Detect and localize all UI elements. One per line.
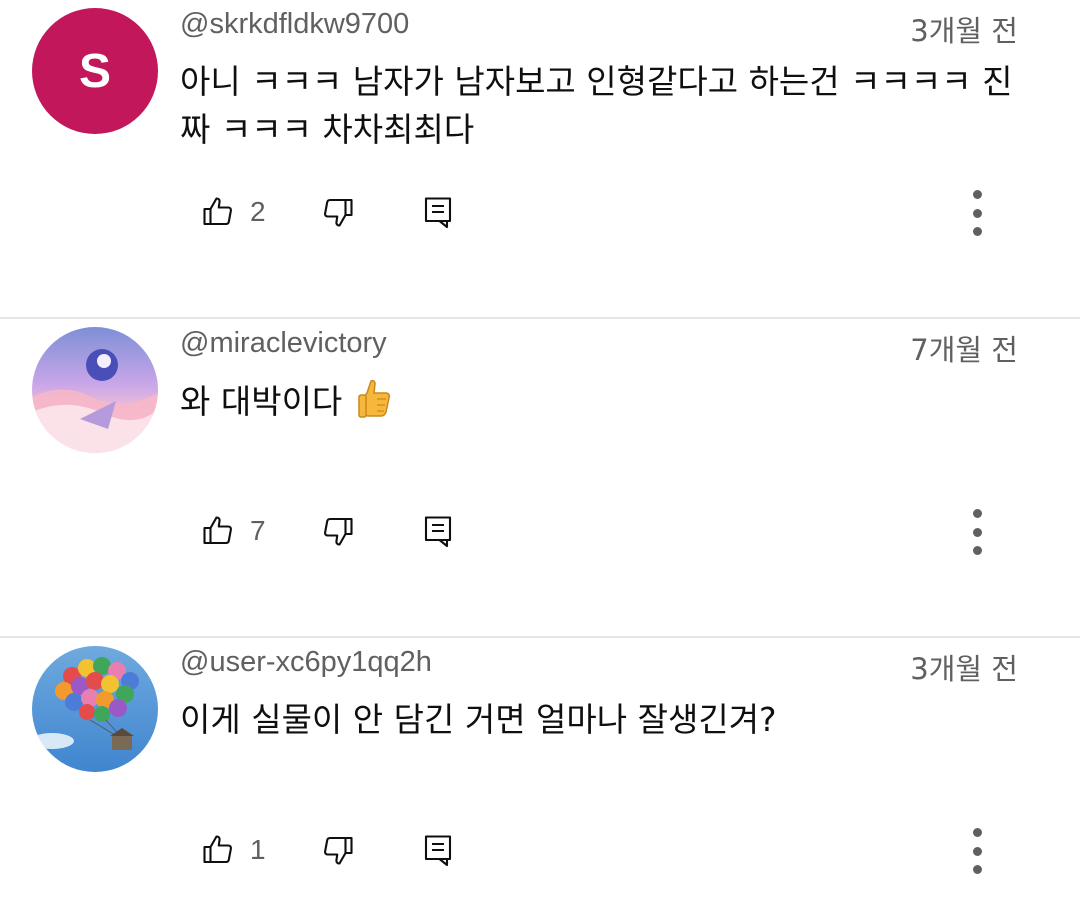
comment-icon [424,516,452,548]
comment-timestamp: 7개월 전 [910,333,1018,367]
comment-timestamp: 3개월 전 [910,652,1018,686]
comment-author-handle[interactable]: @user-xc6py1qq2h [180,646,432,679]
more-options-button[interactable] [962,509,992,555]
avatar-image [32,327,158,453]
more-vert-icon [972,190,982,199]
comment-item: @user-xc6py1qq2h 3개월 전 이게 실물이 안 담긴 거면 얼마… [0,638,1080,920]
comment-icon [424,197,452,229]
thumb-up-icon [203,835,232,864]
more-vert-icon [972,509,982,518]
comment-text-row: 와 대박이다 [180,377,1030,426]
thumbs-up-emoji [358,379,390,418]
like-count: 2 [250,196,266,227]
more-options-button[interactable] [962,828,992,874]
thumb-up-icon [203,197,232,226]
more-vert-icon [972,828,982,837]
comment-timestamp: 3개월 전 [910,14,1018,48]
like-button[interactable]: 1 [200,832,300,868]
dislike-button[interactable] [320,832,356,868]
like-button[interactable]: 7 [200,513,300,549]
more-options-button[interactable] [962,190,992,236]
thumb-down-icon [324,517,353,546]
dislike-button[interactable] [320,513,356,549]
comment-item: @miraclevictory 7개월 전 와 대박이다 7 [0,319,1080,638]
dislike-button[interactable] [320,194,356,230]
like-count: 7 [250,515,266,546]
comment-actions: 1 [200,830,456,870]
comment-text: 이게 실물이 안 담긴 거면 얼마나 잘생긴겨? [180,700,777,739]
comment-text: 와 대박이다 [180,382,343,421]
avatar[interactable]: S [32,8,158,134]
comment-author-handle[interactable]: @miraclevictory [180,327,387,360]
thumb-down-icon [324,198,353,227]
avatar[interactable] [32,646,158,772]
avatar-letter: S [32,8,158,134]
reply-button[interactable] [420,513,456,549]
comment-actions: 7 [200,511,456,551]
reply-button[interactable] [420,832,456,868]
avatar[interactable] [32,327,158,453]
comment-icon [424,835,452,867]
thumb-down-icon [324,836,353,865]
comment-actions: 2 [200,192,456,232]
comment-author-handle[interactable]: @skrkdfldkw9700 [180,8,409,41]
comment-item: S @skrkdfldkw9700 3개월 전 아니 ㅋㅋㅋ 남자가 남자보고 … [0,0,1080,319]
thumb-up-icon [203,516,232,545]
like-button[interactable]: 2 [200,194,300,230]
comment-text: 아니 ㅋㅋㅋ 남자가 남자보고 인형같다고 하는건 ㅋㅋㅋㅋ 진짜 ㅋㅋㅋ 차차… [180,62,1013,149]
like-count: 1 [250,834,266,865]
reply-button[interactable] [420,194,456,230]
avatar-image [32,646,158,772]
